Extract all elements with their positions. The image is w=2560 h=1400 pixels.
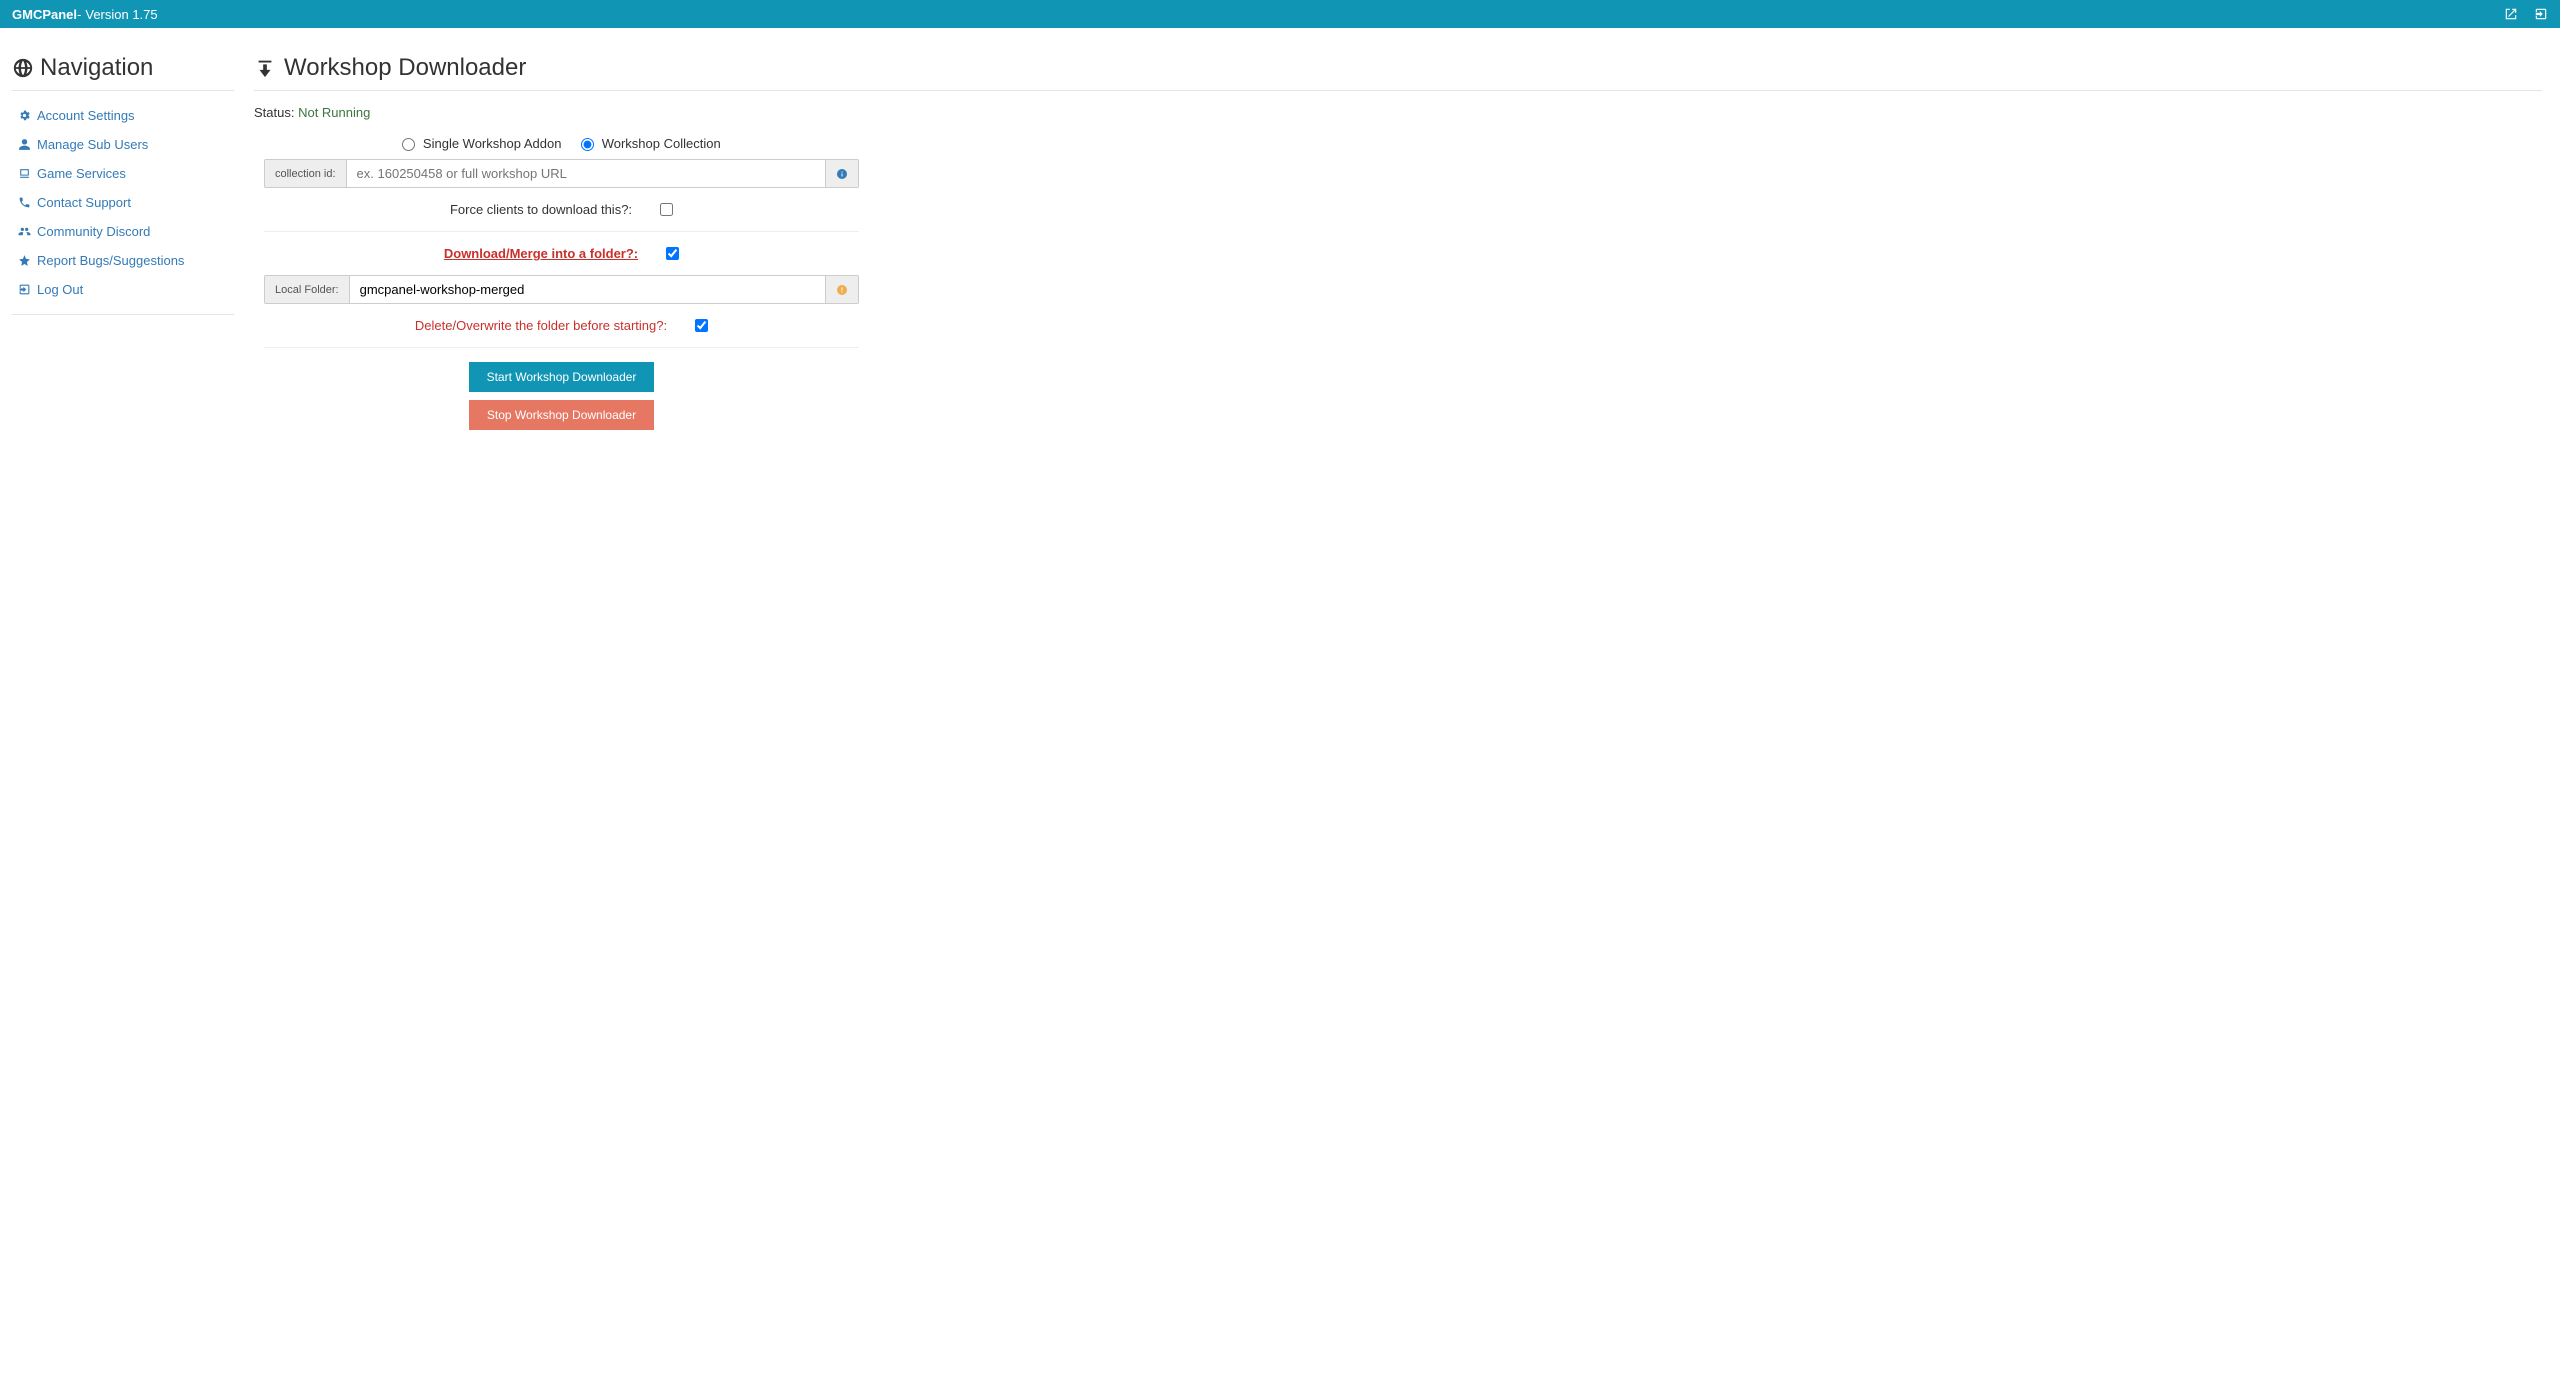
collection-id-input[interactable] <box>347 160 825 187</box>
force-download-row: Force clients to download this?: <box>264 202 859 232</box>
radio-single-text: Single Workshop Addon <box>423 136 562 151</box>
local-folder-label: Local Folder: <box>265 276 350 303</box>
stop-button[interactable]: Stop Workshop Downloader <box>469 400 654 430</box>
status-value: Not Running <box>298 105 370 120</box>
main-content: Workshop Downloader Status: Not Running … <box>246 28 2560 442</box>
delete-folder-label: Delete/Overwrite the folder before start… <box>415 318 667 333</box>
nav-heading: Navigation <box>12 54 234 82</box>
delete-folder-checkbox[interactable] <box>695 319 708 332</box>
sidebar-item-label: Log Out <box>37 282 83 297</box>
signout-icon <box>18 283 31 296</box>
brand-name: GMCPanel <box>12 7 77 22</box>
sidebar-item-log-out[interactable]: Log Out <box>18 282 228 297</box>
topbar: GMCPanel - Version 1.75 <box>0 0 2560 28</box>
sidebar-item-contact-support[interactable]: Contact Support <box>18 195 228 210</box>
nav-list: Account Settings Manage Sub Users Game S… <box>12 101 234 304</box>
local-folder-info[interactable] <box>825 276 858 303</box>
version-label: Version 1.75 <box>85 7 157 22</box>
delete-folder-row: Delete/Overwrite the folder before start… <box>264 318 859 348</box>
star-icon <box>18 254 31 267</box>
force-download-checkbox[interactable] <box>660 203 673 216</box>
force-download-label: Force clients to download this?: <box>450 202 632 217</box>
sidebar-item-label: Manage Sub Users <box>37 137 148 152</box>
workshop-type-row: Single Workshop Addon Workshop Collectio… <box>264 136 859 151</box>
logout-icon[interactable] <box>2534 7 2548 21</box>
button-row: Start Workshop Downloader Stop Workshop … <box>264 362 859 430</box>
sidebar-item-game-services[interactable]: Game Services <box>18 166 228 181</box>
collection-id-group: collection id: <box>264 159 859 188</box>
warning-icon <box>836 284 848 296</box>
globe-icon <box>12 57 34 79</box>
brand-separator: - <box>77 7 81 22</box>
start-button[interactable]: Start Workshop Downloader <box>469 362 655 392</box>
download-icon <box>254 57 276 79</box>
status-label: Status: <box>254 105 298 120</box>
collection-id-info[interactable] <box>825 160 858 187</box>
page-title: Workshop Downloader <box>254 54 2542 82</box>
sidebar-item-label: Game Services <box>37 166 126 181</box>
user-icon <box>18 138 31 151</box>
sidebar-item-label: Report Bugs/Suggestions <box>37 253 184 268</box>
merge-folder-label[interactable]: Download/Merge into a folder?: <box>444 246 638 261</box>
sidebar-item-label: Community Discord <box>37 224 150 239</box>
radio-collection-text: Workshop Collection <box>602 136 721 151</box>
hdd-icon <box>18 167 31 180</box>
local-folder-input[interactable] <box>350 276 825 303</box>
radio-single[interactable] <box>402 138 415 151</box>
page-title-label: Workshop Downloader <box>284 54 526 82</box>
sidebar-item-community-discord[interactable]: Community Discord <box>18 224 228 239</box>
info-icon <box>836 168 848 180</box>
users-icon <box>18 225 31 238</box>
form-section: Single Workshop Addon Workshop Collectio… <box>264 136 859 430</box>
nav-heading-label: Navigation <box>40 54 153 82</box>
sidebar-item-account-settings[interactable]: Account Settings <box>18 108 228 123</box>
sidebar-item-report-bugs[interactable]: Report Bugs/Suggestions <box>18 253 228 268</box>
collection-id-label: collection id: <box>265 160 347 187</box>
status-line: Status: Not Running <box>254 105 2542 120</box>
sidebar-item-label: Contact Support <box>37 195 131 210</box>
sidebar-item-manage-sub-users[interactable]: Manage Sub Users <box>18 137 228 152</box>
phone-icon <box>18 196 31 209</box>
merge-folder-checkbox[interactable] <box>666 247 679 260</box>
sidebar-item-label: Account Settings <box>37 108 135 123</box>
radio-collection[interactable] <box>581 138 594 151</box>
local-folder-group: Local Folder: <box>264 275 859 304</box>
merge-folder-row: Download/Merge into a folder?: <box>264 246 859 261</box>
radio-single-label[interactable]: Single Workshop Addon <box>402 136 565 151</box>
gear-icon <box>18 109 31 122</box>
external-link-icon[interactable] <box>2504 7 2518 21</box>
sidebar: Navigation Account Settings Manage Sub U… <box>0 28 246 442</box>
radio-collection-label[interactable]: Workshop Collection <box>581 136 721 151</box>
